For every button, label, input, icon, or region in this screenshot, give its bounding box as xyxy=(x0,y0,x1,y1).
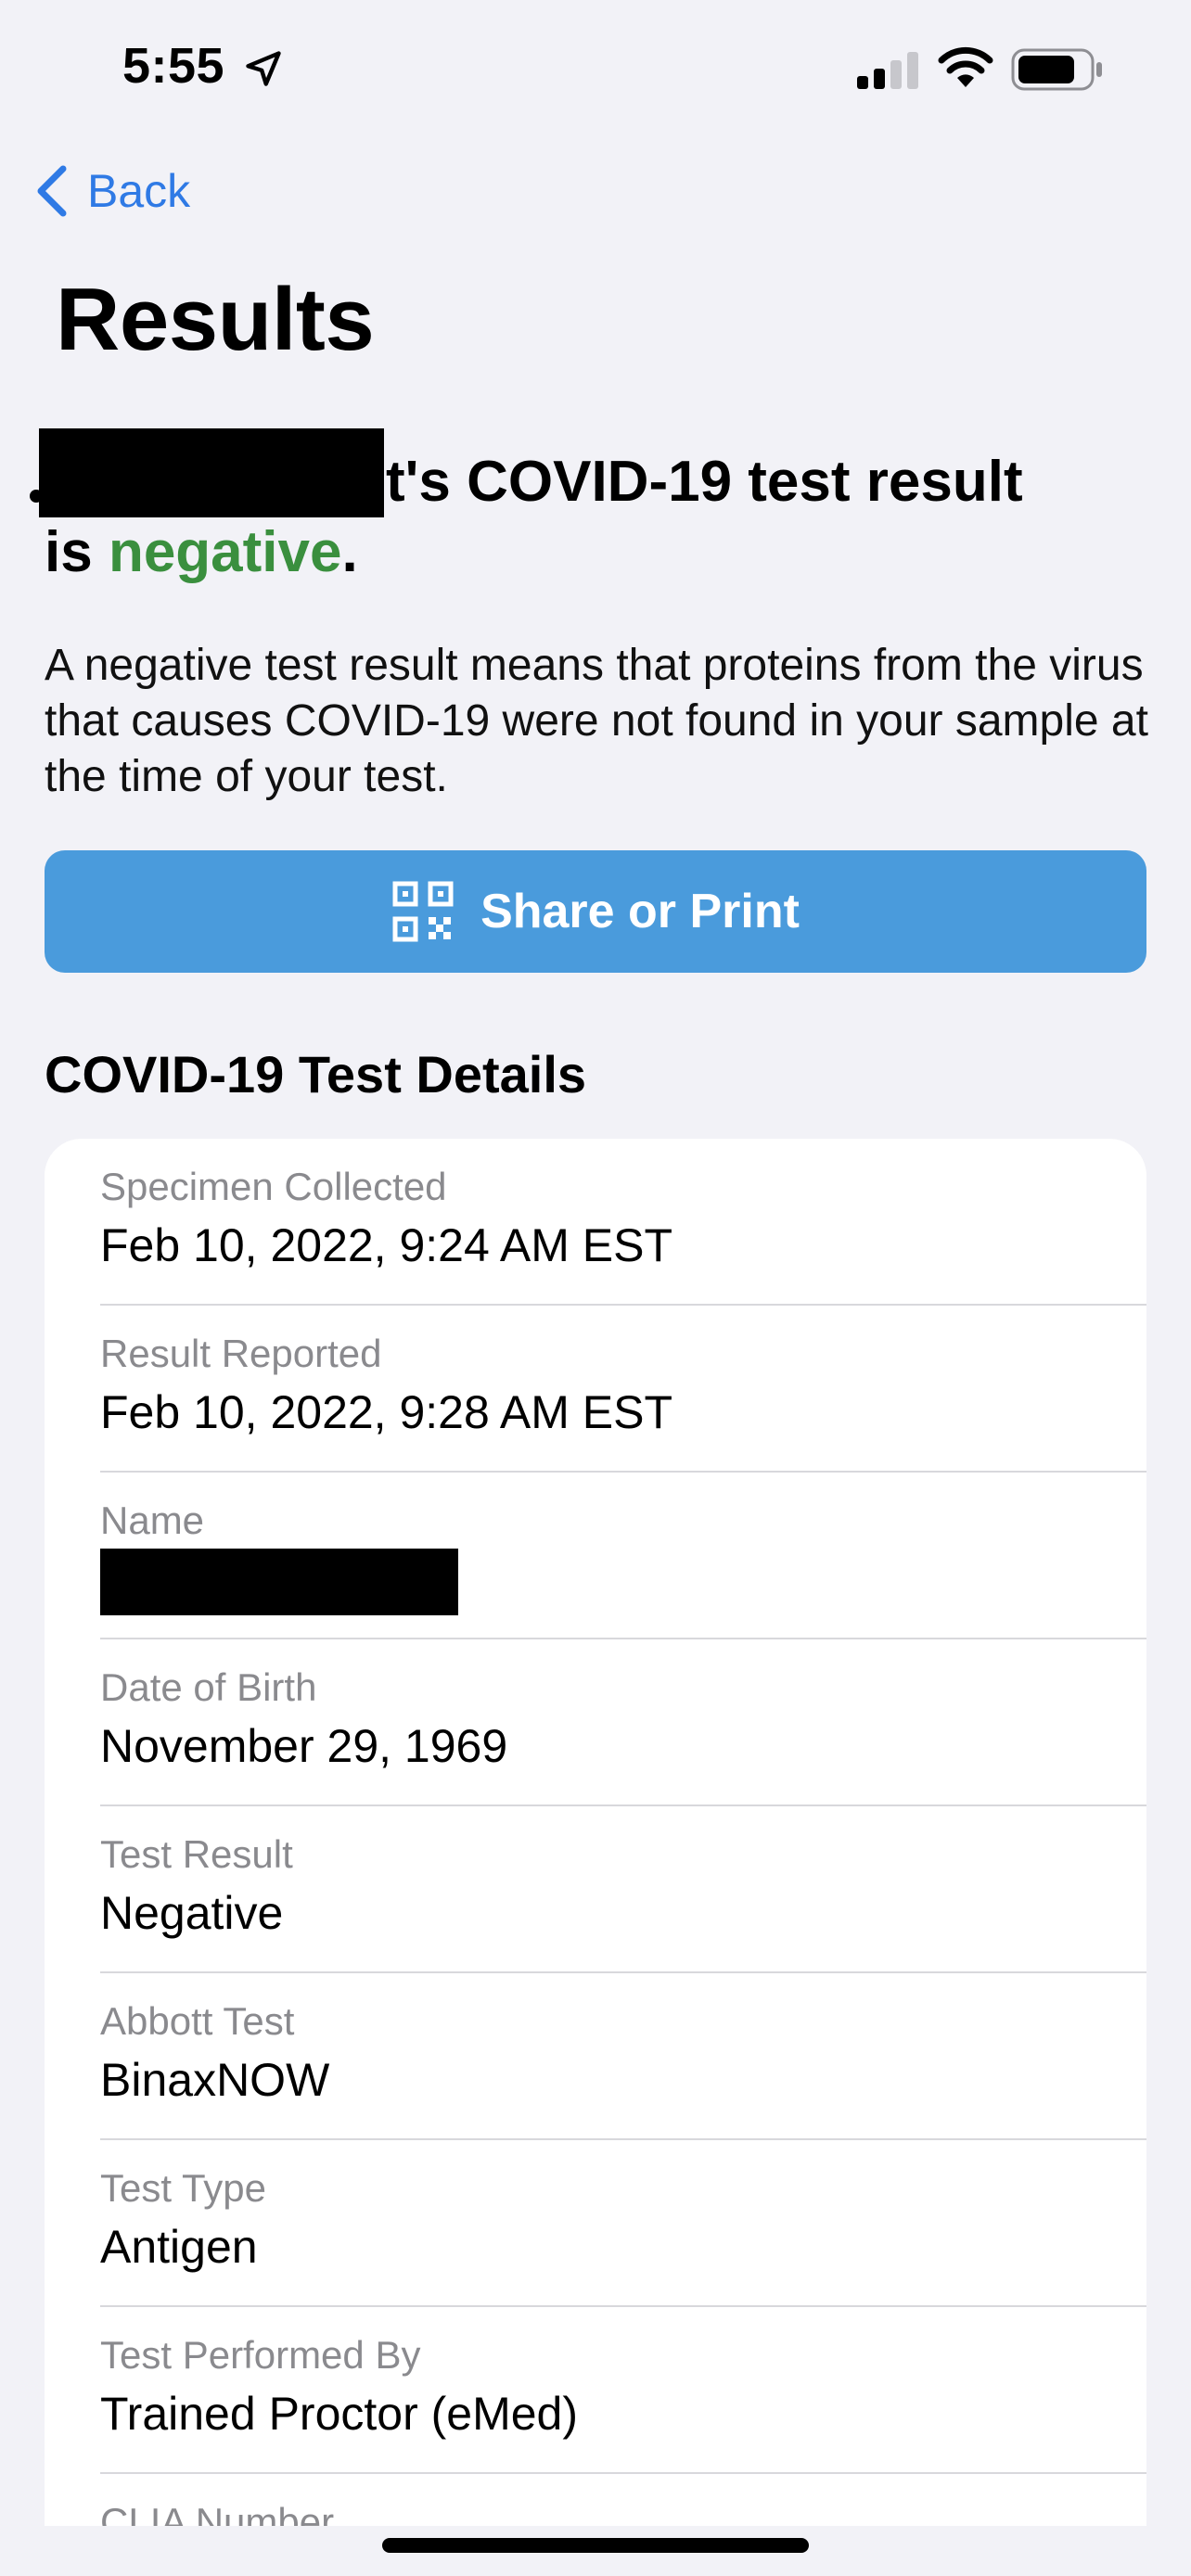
headline-period: . xyxy=(341,520,358,584)
detail-label: Abbott Test xyxy=(100,1999,295,2043)
detail-label: Test Performed By xyxy=(100,2333,421,2377)
result-description: A negative test result means that protei… xyxy=(45,641,1148,801)
detail-row-name: Name xyxy=(100,1473,1146,1639)
detail-row-test-type: Test Type Antigen xyxy=(100,2140,1146,2307)
detail-row-test-performed-by: Test Performed By Trained Proctor (eMed) xyxy=(100,2307,1146,2474)
detail-value: Feb 10, 2022, 9:24 AM EST xyxy=(100,1219,673,1271)
detail-row-specimen-collected: Specimen Collected Feb 10, 2022, 9:24 AM… xyxy=(100,1139,1146,1306)
back-button[interactable]: Back xyxy=(33,158,190,224)
location-arrow-icon xyxy=(246,51,281,86)
detail-label: Test Type xyxy=(100,2166,266,2210)
chevron-left-icon xyxy=(37,165,67,217)
wifi-icon xyxy=(938,46,993,87)
detail-label: Result Reported xyxy=(100,1332,382,1375)
detail-row-result-reported: Result Reported Feb 10, 2022, 9:28 AM ES… xyxy=(100,1306,1146,1473)
page-title: Results xyxy=(56,270,375,369)
detail-label: Date of Birth xyxy=(100,1665,317,1709)
detail-value: Feb 10, 2022, 9:28 AM EST xyxy=(100,1386,673,1438)
headline-is: is xyxy=(45,520,93,584)
detail-row-clia-number: CLIA Number xyxy=(100,2474,1146,2526)
detail-value: Trained Proctor (eMed) xyxy=(100,2388,578,2440)
share-button-label: Share or Print xyxy=(480,885,800,938)
detail-row-abbott-test: Abbott Test BinaxNOW xyxy=(100,1973,1146,2140)
redacted-name-value xyxy=(100,1549,458,1615)
detail-label: Name xyxy=(100,1498,205,1542)
back-label: Back xyxy=(87,165,191,217)
detail-row-test-result: Test Result Negative xyxy=(100,1806,1146,1973)
detail-row-date-of-birth: Date of Birth November 29, 1969 xyxy=(100,1639,1146,1806)
status-time: 5:55 xyxy=(122,38,225,94)
detail-value: BinaxNOW xyxy=(100,2054,330,2106)
detail-value: November 29, 1969 xyxy=(100,1720,508,1772)
detail-value: Antigen xyxy=(100,2221,258,2273)
detail-label: Specimen Collected xyxy=(100,1165,447,1208)
details-section-title: COVID-19 Test Details xyxy=(45,1045,587,1103)
detail-value: Negative xyxy=(100,1887,284,1939)
share-or-print-button[interactable]: Share or Print xyxy=(45,850,1146,973)
redacted-name-block xyxy=(39,428,384,517)
result-status-word: negative xyxy=(108,520,342,584)
cellular-signal-icon xyxy=(857,52,918,89)
battery-icon xyxy=(1011,48,1102,91)
detail-label: Test Result xyxy=(100,1832,293,1876)
status-bar: 5:55 xyxy=(0,0,1191,139)
home-indicator[interactable] xyxy=(382,2538,809,2553)
headline-text: t's COVID-19 test result xyxy=(386,450,1023,514)
test-details-card: Specimen Collected Feb 10, 2022, 9:24 AM… xyxy=(45,1139,1146,2526)
detail-label: CLIA Number xyxy=(100,2500,335,2526)
qr-code-icon xyxy=(392,881,454,942)
